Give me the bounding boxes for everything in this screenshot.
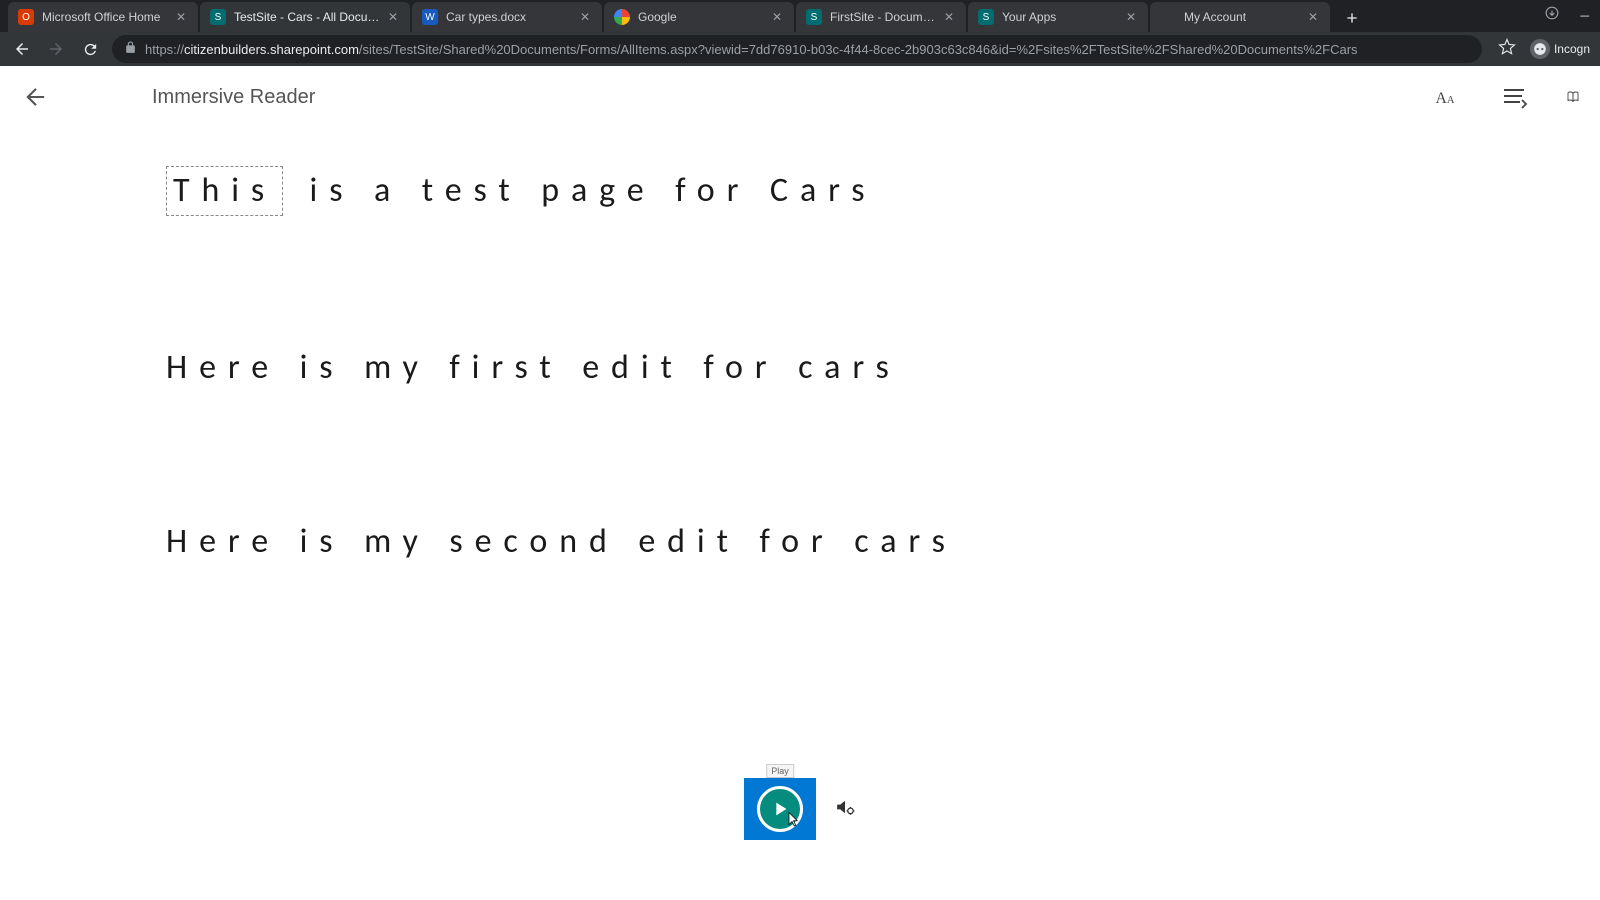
- tab-title: Car types.docx: [446, 10, 574, 24]
- paragraph-2: Here is my first edit for cars: [166, 346, 1434, 390]
- paragraph-text: is a test page for Cars: [290, 170, 877, 211]
- tab-0[interactable]: O Microsoft Office Home ✕: [8, 2, 198, 32]
- tab-2[interactable]: W Car types.docx ✕: [412, 2, 602, 32]
- tab-5[interactable]: S Your Apps ✕: [968, 2, 1148, 32]
- close-icon[interactable]: ✕: [1306, 10, 1320, 24]
- address-bar[interactable]: https://citizenbuilders.sharepoint.com/s…: [112, 35, 1482, 63]
- bookmark-icon[interactable]: [1498, 38, 1516, 61]
- tab-title: Microsoft Office Home: [42, 10, 170, 24]
- reading-preferences-button[interactable]: [1566, 81, 1580, 113]
- browser-toolbar: https://citizenbuilders.sharepoint.com/s…: [0, 32, 1600, 66]
- reader-title: Immersive Reader: [152, 86, 315, 109]
- play-tooltip: Play: [766, 764, 794, 778]
- profile-label: Incogn: [1554, 42, 1590, 56]
- word-icon: W: [422, 9, 438, 25]
- play-icon: [757, 786, 803, 832]
- paragraph-1: This is a test page for Cars: [166, 166, 1434, 216]
- tab-strip: O Microsoft Office Home ✕ S TestSite - C…: [0, 0, 1600, 32]
- minimize-icon[interactable]: −: [1579, 6, 1590, 27]
- close-icon[interactable]: ✕: [770, 10, 784, 24]
- url-path: /sites/TestSite/Shared%20Documents/Forms…: [359, 42, 1358, 57]
- tab-title: Your Apps: [1002, 10, 1120, 24]
- svg-text:A: A: [1436, 90, 1448, 107]
- browser-chrome: O Microsoft Office Home ✕ S TestSite - C…: [0, 0, 1600, 66]
- reader-tools: A A: [1430, 81, 1580, 113]
- playback-controls: Play: [744, 778, 856, 840]
- profile-badge[interactable]: Incogn: [1530, 39, 1590, 59]
- microsoft-icon: [1160, 9, 1176, 25]
- lock-icon: [124, 41, 137, 57]
- tab-title: Google: [638, 10, 766, 24]
- highlighted-word: This: [166, 166, 283, 216]
- play-button[interactable]: Play: [744, 778, 816, 840]
- voice-settings-button[interactable]: [834, 796, 856, 823]
- exit-reader-button[interactable]: [20, 81, 52, 113]
- close-icon[interactable]: ✕: [174, 10, 188, 24]
- close-icon[interactable]: ✕: [386, 10, 400, 24]
- paragraph-3: Here is my second edit for cars: [166, 520, 1434, 564]
- close-icon[interactable]: ✕: [1124, 10, 1138, 24]
- toolbar-right: Incogn: [1498, 38, 1590, 61]
- sharepoint-icon: S: [978, 9, 994, 25]
- sharepoint-icon: S: [806, 9, 822, 25]
- tab-title: FirstSite - Documents - All Docu...: [830, 10, 938, 24]
- grammar-options-button[interactable]: [1498, 81, 1530, 113]
- tab-title: TestSite - Cars - All Documents: [234, 10, 382, 24]
- sharepoint-icon: S: [210, 9, 226, 25]
- incognito-icon: [1530, 39, 1550, 59]
- close-icon[interactable]: ✕: [942, 10, 956, 24]
- back-button[interactable]: [10, 37, 34, 61]
- tab-6[interactable]: My Account ✕: [1150, 2, 1330, 32]
- url-host: citizenbuilders.sharepoint.com: [184, 42, 359, 57]
- down-arrow-icon[interactable]: [1545, 6, 1559, 27]
- new-tab-button[interactable]: [1338, 4, 1366, 32]
- tab-1[interactable]: S TestSite - Cars - All Documents ✕: [200, 2, 410, 32]
- reload-button[interactable]: [78, 37, 102, 61]
- google-icon: [614, 9, 630, 25]
- reader-content: This is a test page for Cars Here is my …: [0, 128, 1600, 733]
- reader-header: Immersive Reader A A: [0, 66, 1600, 128]
- url-scheme: https://: [145, 42, 184, 57]
- office-icon: O: [18, 9, 34, 25]
- close-icon[interactable]: ✕: [578, 10, 592, 24]
- tab-title: My Account: [1184, 10, 1302, 24]
- tab-4[interactable]: S FirstSite - Documents - All Docu... ✕: [796, 2, 966, 32]
- window-controls: −: [1545, 6, 1590, 27]
- text-preferences-button[interactable]: A A: [1430, 81, 1462, 113]
- tab-3[interactable]: Google ✕: [604, 2, 794, 32]
- svg-text:A: A: [1447, 95, 1455, 106]
- forward-button[interactable]: [44, 37, 68, 61]
